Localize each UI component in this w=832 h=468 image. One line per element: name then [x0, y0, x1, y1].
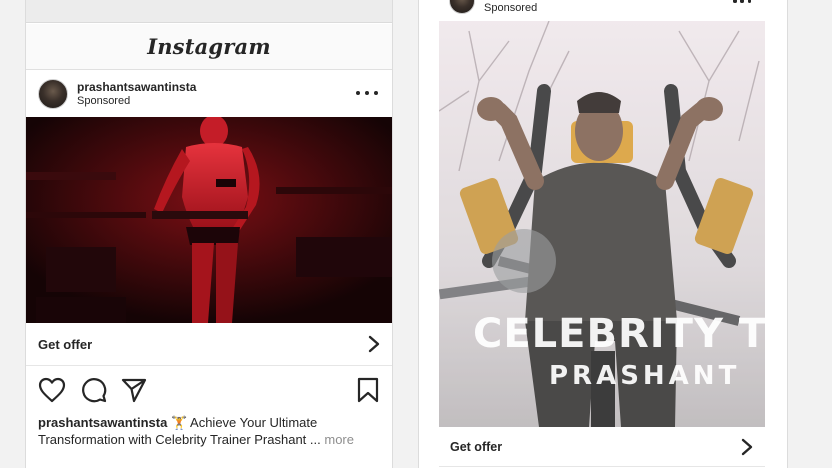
story-header: Sponsored [439, 0, 765, 21]
avatar[interactable] [38, 78, 68, 109]
caption-more-link[interactable]: more [324, 432, 354, 447]
overlay-title: CELEBRITY T [473, 311, 765, 357]
post-header: prashantsawantinsta Sponsored [26, 70, 392, 117]
more-icon[interactable] [733, 0, 751, 5]
heart-icon[interactable] [38, 377, 66, 403]
get-offer-button[interactable]: Get offer [26, 323, 392, 366]
overlay-subtitle: PRASHANT [549, 361, 741, 391]
story-post-preview: Sponsored CELEBRITY T PRASHANT Get offer [439, 0, 765, 468]
gym-photo-red [26, 117, 392, 323]
bookmark-icon[interactable] [357, 377, 379, 403]
chevron-right-icon [368, 335, 380, 353]
more-icon[interactable] [356, 86, 378, 100]
post-caption: prashantsawantinsta 🏋️ Achieve Your Ulti… [38, 414, 382, 448]
story-media[interactable]: CELEBRITY T PRASHANT [439, 21, 765, 427]
top-bar [26, 0, 392, 23]
username[interactable]: prashantsawantinsta [77, 80, 196, 94]
comment-icon[interactable] [81, 377, 107, 403]
post-meta: prashantsawantinsta Sponsored [77, 80, 196, 108]
sponsored-label: Sponsored [77, 94, 131, 107]
post-media[interactable] [26, 117, 392, 323]
instagram-logo: Instagram [147, 34, 271, 59]
get-offer-button[interactable]: Get offer [439, 427, 765, 467]
instagram-header: Instagram [26, 24, 392, 70]
share-icon[interactable] [121, 377, 147, 403]
post-actions [26, 373, 392, 407]
chevron-right-icon [741, 438, 753, 455]
sponsored-label: Sponsored [484, 2, 538, 14]
caption-emoji: 🏋️ [170, 415, 188, 430]
feed-post-preview: Instagram prashantsawantinsta Sponsored [25, 0, 393, 468]
cta-label: Get offer [450, 439, 503, 454]
cta-label: Get offer [38, 336, 93, 352]
caption-username[interactable]: prashantsawantinsta [38, 415, 167, 430]
avatar[interactable] [449, 0, 475, 14]
